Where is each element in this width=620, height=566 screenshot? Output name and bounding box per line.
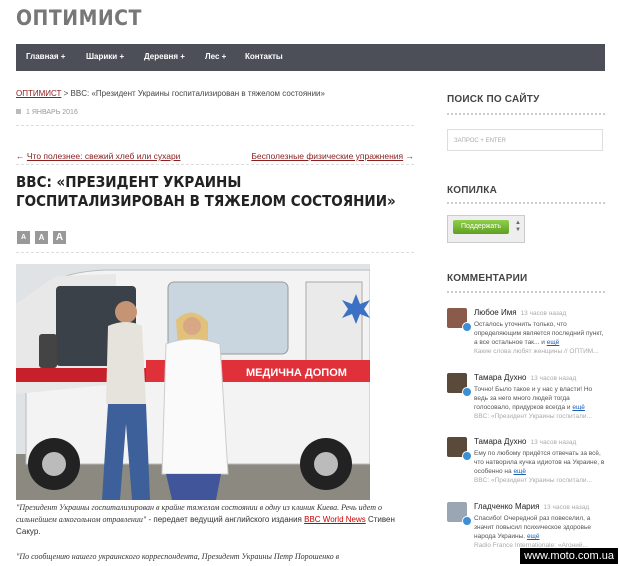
prev-post-label[interactable]: Что полезнее: свежий хлеб или сухари xyxy=(27,151,181,161)
comment-author-name[interactable]: Тамара Духно xyxy=(474,373,527,382)
comment-author[interactable]: Любое Имя 13 часов назад xyxy=(474,308,566,317)
nav-item-home[interactable]: Главная + xyxy=(26,52,65,61)
stepper-arrows-icon[interactable]: ▲ ▼ xyxy=(515,220,521,234)
divider xyxy=(447,113,605,115)
comment-text: Ему по любому придётся отвечать за всё, … xyxy=(474,449,606,485)
calendar-icon xyxy=(16,109,21,114)
lead-mid: - передает ведущий английского издания xyxy=(146,515,305,524)
comment-author-name[interactable]: Гладченко Мария xyxy=(474,502,539,511)
arrow-right-icon: → xyxy=(405,151,415,161)
comment-source-link[interactable]: BBC: «Президент Украины госпитали... xyxy=(474,413,592,420)
breadcrumb: ОПТИМИСТ > BBC: «Президент Украины госпи… xyxy=(16,89,325,98)
watermark: www.moto.com.ua xyxy=(520,548,618,564)
arrow-left-icon: ← xyxy=(16,151,25,161)
comment-author-name[interactable]: Любое Имя xyxy=(474,308,517,317)
ambulance-photo: МЕДИЧНА ДОПОМ xyxy=(16,264,370,500)
next-post-link[interactable]: Бесполезные физические упражнения → xyxy=(251,151,414,161)
verified-icon xyxy=(462,451,472,461)
breadcrumb-home-link[interactable]: ОПТИМИСТ xyxy=(16,89,61,98)
site-logo[interactable]: ОПТИМИСТ xyxy=(16,6,142,30)
comments-title: КОММЕНТАРИИ xyxy=(447,273,528,284)
bbc-world-news-link[interactable]: BBC World News xyxy=(304,515,366,524)
divider xyxy=(16,164,414,165)
comment-text: Спасибо! Очередной раз повеселил, а знач… xyxy=(474,514,606,550)
post-date-text: 1 ЯНВАРЬ 2016 xyxy=(26,109,78,116)
comment-author[interactable]: Тамара Духно 13 часов назад xyxy=(474,437,576,446)
ambulance-lettering: МЕДИЧНА ДОПОМ xyxy=(246,367,347,379)
verified-icon xyxy=(462,516,472,526)
breadcrumb-separator: > xyxy=(61,89,71,98)
article-lead: "Президент Украины госпитализирован в кр… xyxy=(16,502,406,538)
nav-item-contacts[interactable]: Контакты xyxy=(245,52,283,61)
comment-body: Осталось уточнить только, что определяющ… xyxy=(474,321,604,346)
main-nav: Главная + Шарики + Деревня + Лес + Конта… xyxy=(16,44,605,71)
comment-more-link[interactable]: ещё xyxy=(547,339,560,346)
nav-item-balls[interactable]: Шарики + xyxy=(86,52,124,61)
divider xyxy=(16,125,414,126)
comment-time: 13 часов назад xyxy=(530,439,577,446)
donate-widget: Поддержать ▲ ▼ xyxy=(447,215,525,243)
comment-author[interactable]: Тамара Духно 13 часов назад xyxy=(474,373,576,382)
comment-time: 13 часов назад xyxy=(543,504,590,511)
font-size-large-button[interactable]: A xyxy=(53,231,66,244)
font-size-small-button[interactable]: A xyxy=(17,231,30,244)
comment-more-link[interactable]: ещё xyxy=(527,533,540,540)
comment-more-link[interactable]: ещё xyxy=(513,468,526,475)
divider xyxy=(16,252,414,253)
donate-title: КОПИЛКА xyxy=(447,185,497,196)
nav-item-village[interactable]: Деревня + xyxy=(144,52,185,61)
donate-button[interactable]: Поддержать xyxy=(453,220,509,234)
next-post-label[interactable]: Бесполезные физические упражнения xyxy=(251,151,403,161)
nav-item-forest[interactable]: Лес + xyxy=(205,52,226,61)
search-title: ПОИСК ПО САЙТУ xyxy=(447,94,540,105)
post-title: BBC: «ПРЕЗИДЕНТ УКРАИНЫ ГОСПИТАЛИЗИРОВАН… xyxy=(16,173,396,210)
comment-time: 13 часов назад xyxy=(530,375,577,382)
article-paragraph: "По сообщению нашего украинского корресп… xyxy=(16,552,340,561)
comment-source-link[interactable]: Какие слова любят женщины // ОПТИМ... xyxy=(474,348,599,355)
comment-author-name[interactable]: Тамара Духно xyxy=(474,437,527,446)
verified-icon xyxy=(462,322,472,332)
verified-icon xyxy=(462,387,472,397)
comment-body: Ему по любому придётся отвечать за всё, … xyxy=(474,450,605,475)
comment-text: Точно! Было такое и у нас у власти! Но в… xyxy=(474,385,606,421)
comment-text: Осталось уточнить только, что определяющ… xyxy=(474,320,606,356)
comment-source-link[interactable]: BBC: «Президент Украины госпитали... xyxy=(474,477,592,484)
comment-more-link[interactable]: ещё xyxy=(572,404,585,411)
divider xyxy=(447,202,605,204)
comment-time: 13 часов назад xyxy=(520,310,567,317)
comment-author[interactable]: Гладченко Мария 13 часов назад xyxy=(474,502,589,511)
search-input[interactable]: ЗАПРОС + ENTER xyxy=(447,129,603,151)
divider xyxy=(447,291,605,293)
prev-post-link[interactable]: ← Что полезнее: свежий хлеб или сухари xyxy=(16,151,180,161)
breadcrumb-current: BBC: «Президент Украины госпитализирован… xyxy=(70,89,325,98)
font-size-medium-button[interactable]: A xyxy=(35,231,48,244)
post-date: 1 ЯНВАРЬ 2016 xyxy=(16,109,78,116)
